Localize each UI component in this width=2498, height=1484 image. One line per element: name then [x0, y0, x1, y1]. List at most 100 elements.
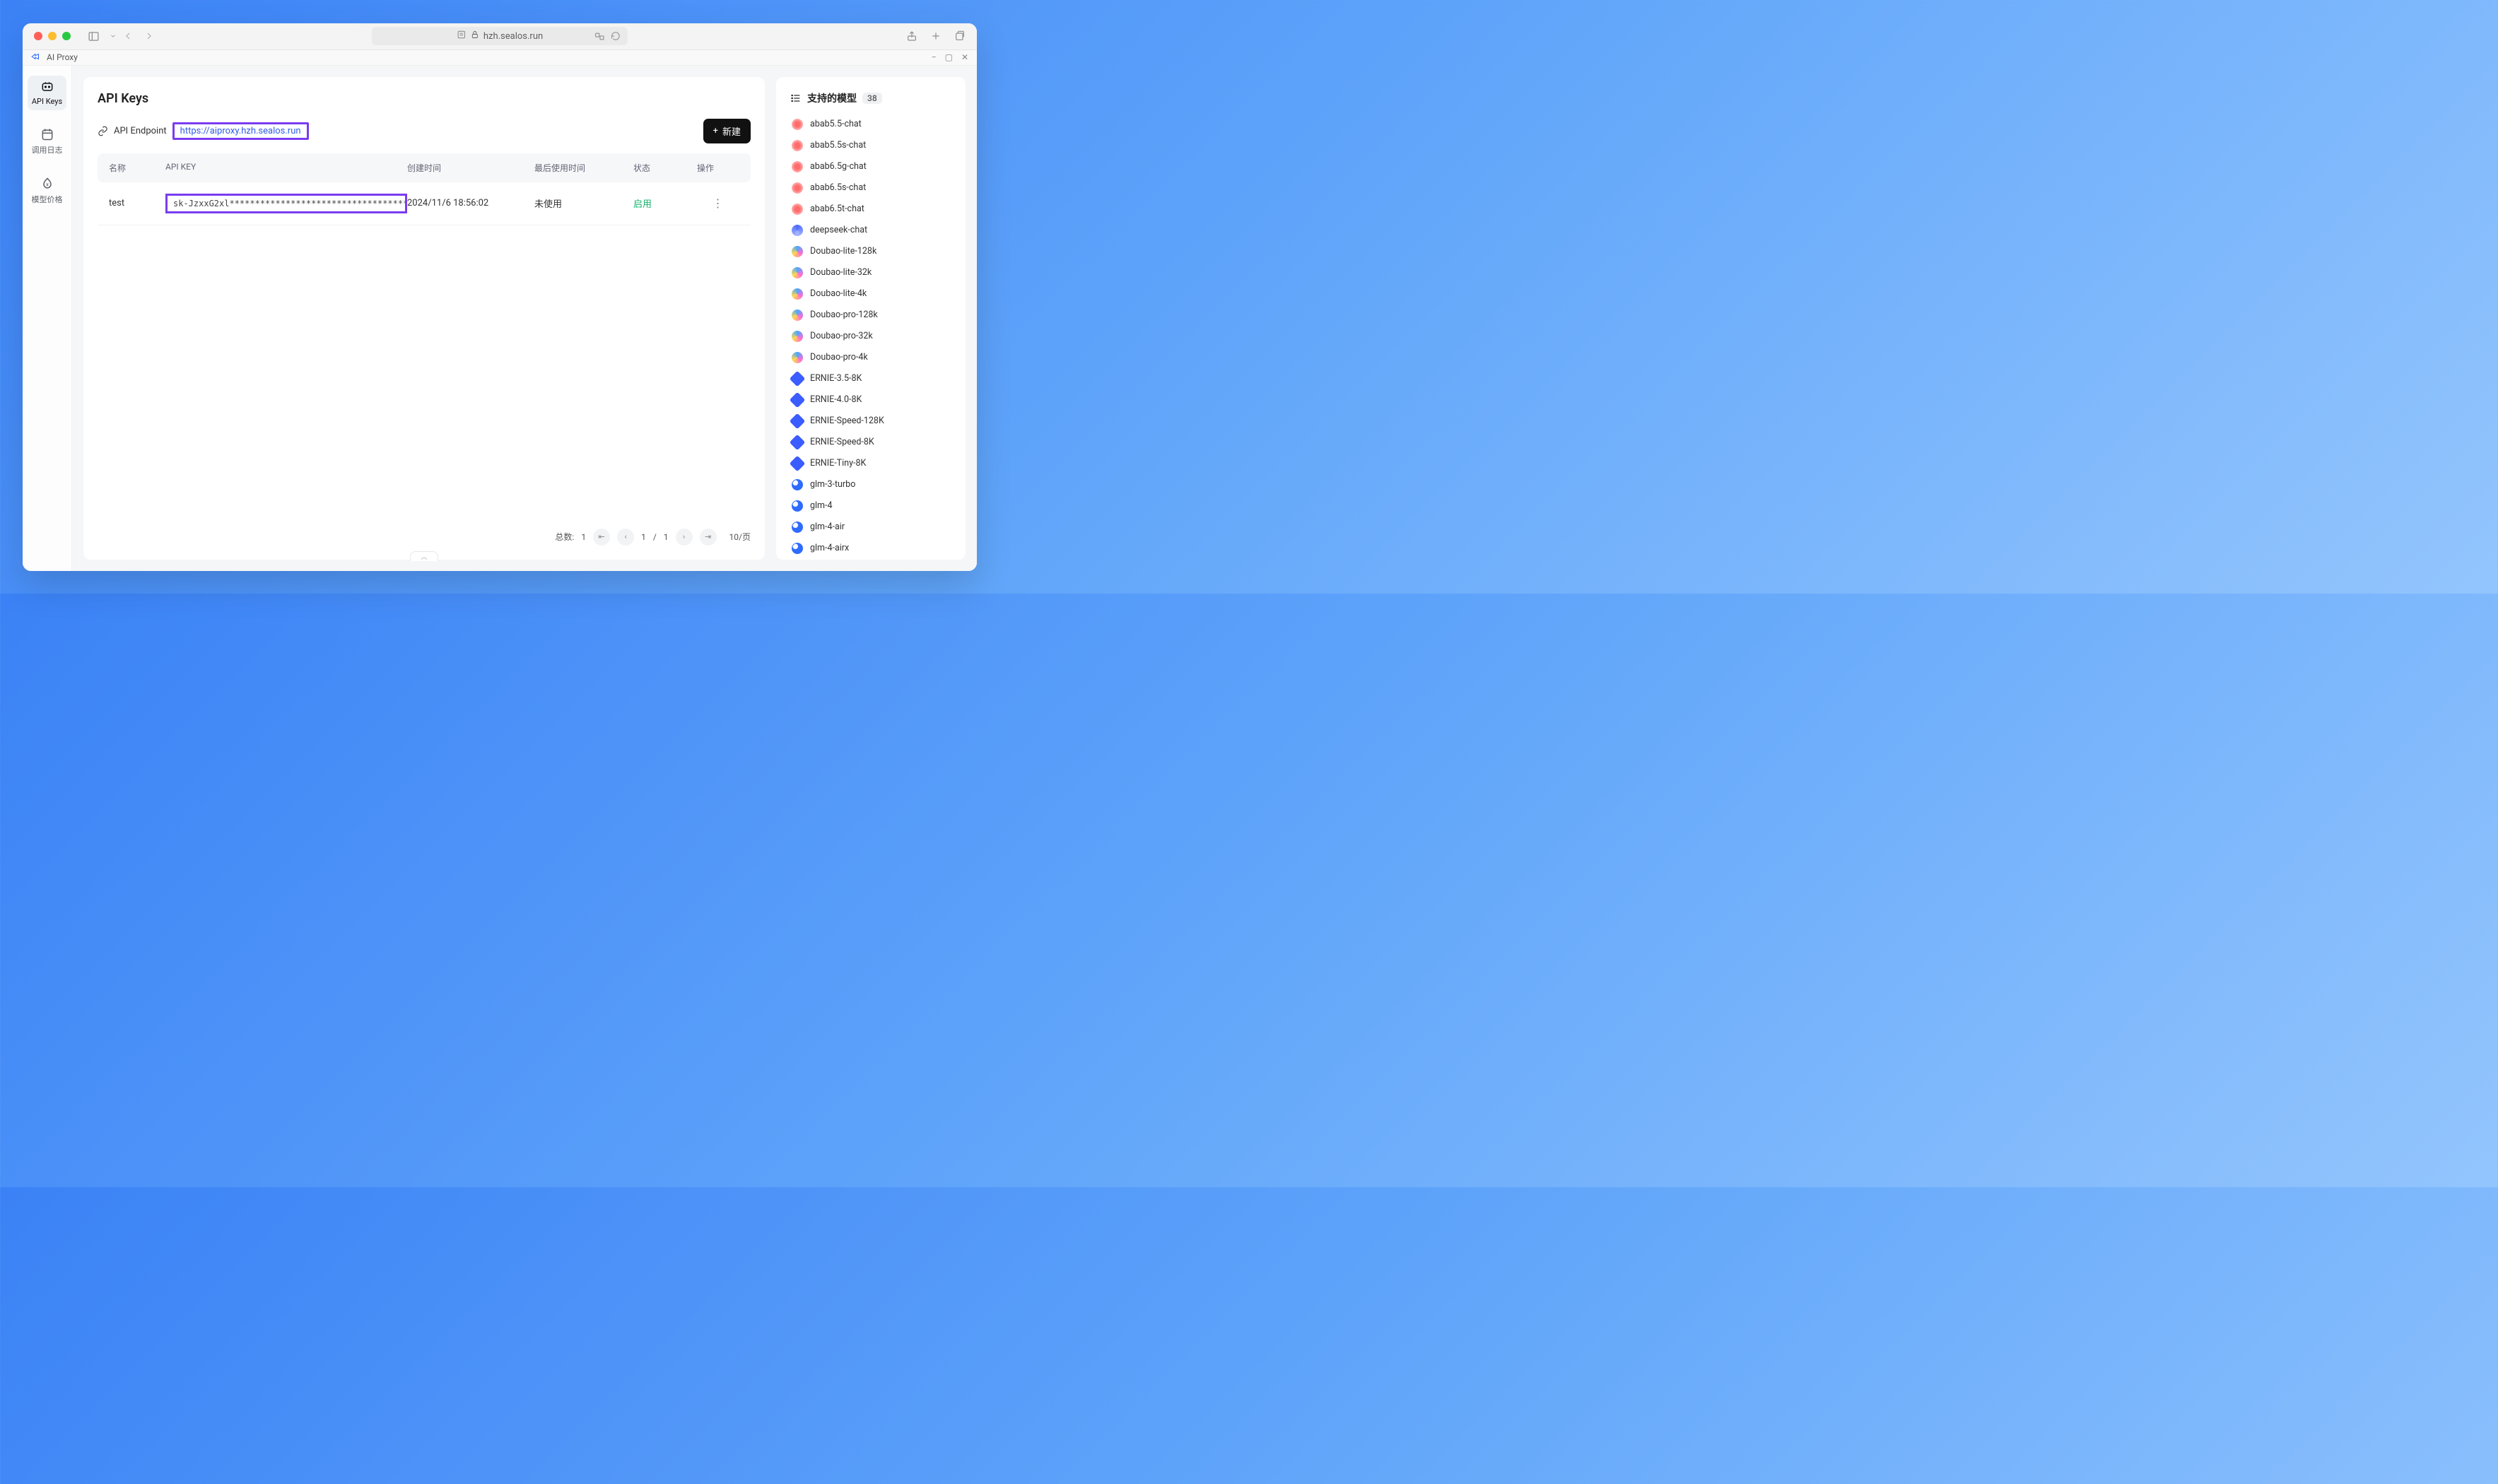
pager-sep: / — [653, 532, 657, 542]
col-status: 状态 — [633, 162, 697, 174]
model-item[interactable]: ERNIE-Speed-8K — [790, 432, 951, 453]
model-item[interactable]: ERNIE-Speed-128K — [790, 411, 951, 432]
model-item[interactable]: glm-4-flash — [790, 559, 951, 560]
row-actions-button[interactable]: ⋮ — [697, 196, 739, 210]
app-minimize-icon[interactable]: − — [932, 52, 937, 62]
model-item[interactable]: Doubao-pro-128k — [790, 305, 951, 326]
endpoint-url[interactable]: https://aiproxy.hzh.sealos.run — [172, 122, 309, 140]
model-name: abab5.5-chat — [810, 119, 862, 129]
pager-first-button[interactable]: ⇤ — [593, 529, 610, 546]
table-row: testsk-JzxxG2xl*************************… — [98, 182, 751, 225]
app-maximize-icon[interactable]: ▢ — [945, 52, 953, 62]
nav-arrows — [122, 30, 155, 42]
endpoint-label: API Endpoint — [114, 126, 167, 136]
dou-icon — [792, 352, 803, 363]
model-item[interactable]: Doubao-pro-4k — [790, 347, 951, 368]
minimize-window-button[interactable] — [48, 32, 57, 40]
pager-last-button[interactable]: ⇥ — [700, 529, 717, 546]
reload-icon[interactable] — [611, 31, 621, 41]
app-close-icon[interactable]: ✕ — [961, 52, 968, 62]
model-item[interactable]: abab5.5s-chat — [790, 135, 951, 156]
back-button[interactable] — [122, 30, 134, 42]
chevron-down-icon[interactable] — [110, 33, 117, 40]
model-item[interactable]: deepseek-chat — [790, 220, 951, 241]
glm-icon — [792, 479, 803, 490]
model-item[interactable]: glm-3-turbo — [790, 474, 951, 495]
pager-next-button[interactable]: › — [676, 529, 693, 546]
glm-icon — [792, 543, 803, 554]
drawer-handle[interactable]: ︿ — [410, 551, 438, 561]
dou-icon — [792, 288, 803, 300]
model-item[interactable]: abab5.5-chat — [790, 114, 951, 135]
model-item[interactable]: Doubao-lite-4k — [790, 283, 951, 305]
sidebar-item-label: API Keys — [32, 97, 62, 106]
ernie-icon — [790, 370, 806, 387]
pager-page: 1 — [641, 532, 646, 542]
sidebar-item-pricing[interactable]: ¥ 模型价格 — [28, 172, 67, 209]
model-item[interactable]: Doubao-lite-32k — [790, 262, 951, 283]
glm-icon — [792, 500, 803, 512]
sidebar-item-apikeys[interactable]: API Keys — [28, 76, 66, 110]
table-body: testsk-JzxxG2xl*************************… — [98, 182, 751, 225]
model-name: ERNIE-Speed-128K — [810, 416, 884, 426]
model-name: deepseek-chat — [810, 225, 867, 235]
cell-status: 启用 — [633, 196, 697, 210]
models-header: 支持的模型 38 — [790, 91, 951, 105]
plus-icon: + — [713, 126, 718, 136]
models-card: 支持的模型 38 abab5.5-chat abab5.5s-chat abab6.… — [776, 77, 966, 560]
svg-text:¥: ¥ — [46, 182, 49, 187]
model-name: abab6.5s-chat — [810, 182, 866, 193]
model-name: glm-4-airx — [810, 543, 849, 553]
model-name: abab5.5s-chat — [810, 140, 866, 151]
url-bar[interactable]: hzh.sealos.run — [372, 27, 628, 45]
model-item[interactable]: ERNIE-4.0-8K — [790, 389, 951, 411]
model-name: ERNIE-3.5-8K — [810, 373, 862, 384]
model-item[interactable]: abab6.5t-chat — [790, 199, 951, 220]
new-apikey-button[interactable]: + 新建 — [703, 119, 751, 143]
model-item[interactable]: Doubao-pro-32k — [790, 326, 951, 347]
cell-name: test — [109, 198, 165, 208]
new-tab-icon[interactable] — [930, 30, 942, 42]
share-icon[interactable] — [906, 30, 917, 42]
cell-created: 2024/11/6 18:56:02 — [407, 198, 534, 208]
dou-icon — [792, 310, 803, 321]
model-name: ERNIE-Speed-8K — [810, 437, 874, 447]
cell-apikey[interactable]: sk-JzxxG2xl*****************************… — [165, 194, 407, 213]
pager-prev-button[interactable]: ‹ — [617, 529, 634, 546]
model-name: abab6.5g-chat — [810, 161, 867, 172]
toolbar-left-icons — [88, 30, 117, 42]
deep-icon — [792, 225, 803, 236]
forward-button[interactable] — [143, 30, 155, 42]
models-title: 支持的模型 — [807, 91, 857, 105]
sidebar-toggle-icon[interactable] — [88, 30, 100, 42]
maximize-window-button[interactable] — [62, 32, 71, 40]
glm-icon — [792, 522, 803, 533]
pager-perpage[interactable]: 10/页 — [729, 531, 751, 543]
tabs-icon[interactable] — [954, 30, 966, 42]
sidebar-item-logs[interactable]: 调用日志 — [28, 123, 67, 160]
toolbar-right-icons — [906, 30, 966, 42]
models-list: abab5.5-chat abab5.5s-chat abab6.5g-chat ab… — [790, 114, 951, 560]
main-area: API Keys API Endpoint https://aiproxy.hz… — [72, 66, 977, 571]
model-name: Doubao-pro-128k — [810, 310, 878, 320]
new-button-label: 新建 — [722, 124, 741, 138]
model-item[interactable]: glm-4-air — [790, 517, 951, 538]
ernie-icon — [790, 391, 806, 408]
model-item[interactable]: abab6.5g-chat — [790, 156, 951, 177]
model-item[interactable]: ERNIE-Tiny-8K — [790, 453, 951, 474]
model-item[interactable]: glm-4 — [790, 495, 951, 517]
model-item[interactable]: abab6.5s-chat — [790, 177, 951, 199]
pager-pages: 1 — [664, 532, 669, 542]
translate-icon[interactable] — [594, 31, 605, 42]
wave-icon — [792, 204, 803, 215]
model-item[interactable]: glm-4-airx — [790, 538, 951, 559]
col-lastused: 最后使用时间 — [534, 162, 633, 174]
model-name: glm-3-turbo — [810, 479, 855, 490]
model-item[interactable]: Doubao-lite-128k — [790, 241, 951, 262]
close-window-button[interactable] — [34, 32, 42, 40]
models-count-badge: 38 — [862, 93, 882, 104]
sidebar-item-label: 模型价格 — [32, 194, 63, 205]
model-item[interactable]: ERNIE-3.5-8K — [790, 368, 951, 389]
model-name: Doubao-lite-128k — [810, 246, 876, 257]
table-header: 名称 API KEY 创建时间 最后使用时间 状态 操作 — [98, 153, 751, 182]
